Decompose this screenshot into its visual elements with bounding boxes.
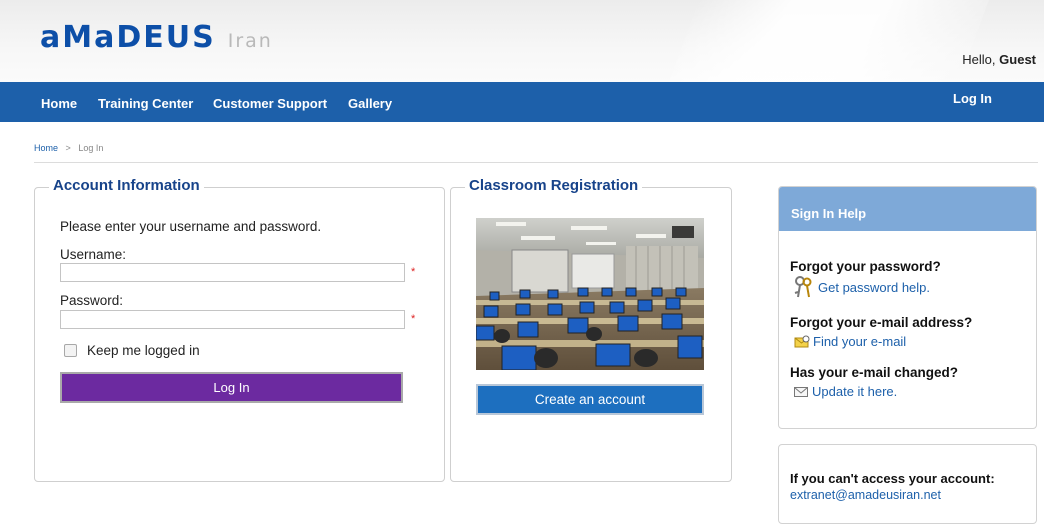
breadcrumb-divider: [34, 162, 1038, 163]
envelope-icon: [794, 386, 808, 397]
login-button[interactable]: Log In: [60, 372, 403, 403]
nav-customer-support[interactable]: Customer Support: [213, 96, 327, 111]
breadcrumb-separator: >: [65, 143, 71, 153]
user-greeting: Hello, Guest: [962, 52, 1036, 67]
username-required-marker: *: [411, 266, 416, 278]
password-input[interactable]: [60, 310, 405, 329]
breadcrumb: Home > Log In: [34, 143, 103, 153]
password-required-marker: *: [411, 313, 416, 325]
classroom-photo-illustration: [476, 218, 704, 370]
main-navigation: Home Training Center Customer Support Ga…: [0, 82, 1044, 122]
greeting-username: Guest: [999, 52, 1036, 67]
remember-me-checkbox[interactable]: [64, 344, 77, 357]
get-password-help-link[interactable]: Get password help.: [794, 276, 930, 298]
nav-login-link[interactable]: Log In: [953, 91, 992, 106]
forgot-email-question: Forgot your e-mail address?: [790, 315, 973, 330]
account-access-panel: If you can't access your account: extran…: [778, 444, 1037, 524]
logo-wordmark: aMaDEUS: [40, 20, 216, 55]
account-information-panel: Account Information Please enter your us…: [34, 177, 445, 482]
username-input[interactable]: [60, 263, 405, 282]
find-email-text[interactable]: Find your e-mail: [813, 334, 906, 349]
amadeus-logo[interactable]: aMaDEUS Iran: [40, 20, 273, 55]
create-account-button[interactable]: Create an account: [476, 384, 704, 415]
account-access-title: If you can't access your account:: [790, 471, 995, 486]
username-label: Username:: [60, 247, 127, 262]
password-label: Password:: [60, 293, 124, 308]
classroom-photo: [476, 218, 704, 370]
sign-in-help-title: Sign In Help: [779, 187, 1036, 231]
logo-region: Iran: [227, 30, 273, 52]
site-header: aMaDEUS Iran Hello, Guest: [0, 0, 1044, 82]
classroom-registration-legend: Classroom Registration: [465, 177, 643, 194]
update-email-text[interactable]: Update it here.: [812, 384, 897, 399]
login-instructions: Please enter your username and password.: [60, 219, 322, 234]
breadcrumb-home[interactable]: Home: [34, 143, 58, 153]
find-email-link[interactable]: Find your e-mail: [794, 334, 906, 349]
nav-training-center[interactable]: Training Center: [98, 96, 193, 111]
mail-search-icon: [794, 335, 810, 347]
sign-in-help-panel: Sign In Help Forgot your password? Get p…: [778, 186, 1037, 429]
breadcrumb-current: Log In: [78, 143, 104, 153]
forgot-password-question: Forgot your password?: [790, 259, 941, 274]
remember-me-row[interactable]: Keep me logged in: [64, 343, 200, 358]
nav-gallery[interactable]: Gallery: [348, 96, 392, 111]
account-information-legend: Account Information: [49, 177, 204, 194]
get-password-help-text[interactable]: Get password help.: [818, 280, 930, 295]
greeting-prefix: Hello,: [962, 52, 996, 67]
email-changed-question: Has your e-mail changed?: [790, 365, 959, 380]
update-email-link[interactable]: Update it here.: [794, 384, 897, 399]
classroom-registration-panel: Classroom Registration Create an account: [450, 177, 732, 482]
keys-icon: [794, 276, 812, 298]
nav-home[interactable]: Home: [41, 96, 77, 111]
support-email-link[interactable]: extranet@amadeusiran.net: [790, 488, 941, 502]
remember-me-label[interactable]: Keep me logged in: [87, 343, 200, 358]
